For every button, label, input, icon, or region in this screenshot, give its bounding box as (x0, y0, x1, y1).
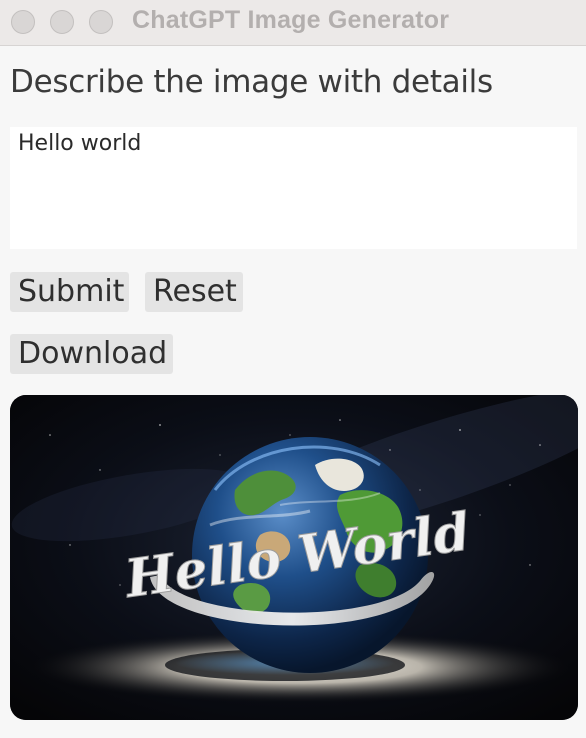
prompt-input[interactable]: Hello world (10, 127, 577, 249)
download-button[interactable]: Download (10, 334, 173, 374)
generated-image-globe: Hello World (10, 395, 578, 720)
app-window: ChatGPT Image Generator Describe the ima… (0, 0, 586, 738)
generated-image: Hello World (10, 395, 578, 720)
submit-button[interactable]: Submit (10, 272, 129, 312)
window-title: ChatGPT Image Generator (132, 6, 450, 34)
reset-button[interactable]: Reset (145, 272, 243, 312)
title-bar: ChatGPT Image Generator (0, 0, 586, 46)
prompt-label: Describe the image with details (10, 64, 493, 100)
close-window-button[interactable] (11, 10, 35, 34)
minimize-window-button[interactable] (50, 10, 74, 34)
maximize-window-button[interactable] (89, 10, 113, 34)
